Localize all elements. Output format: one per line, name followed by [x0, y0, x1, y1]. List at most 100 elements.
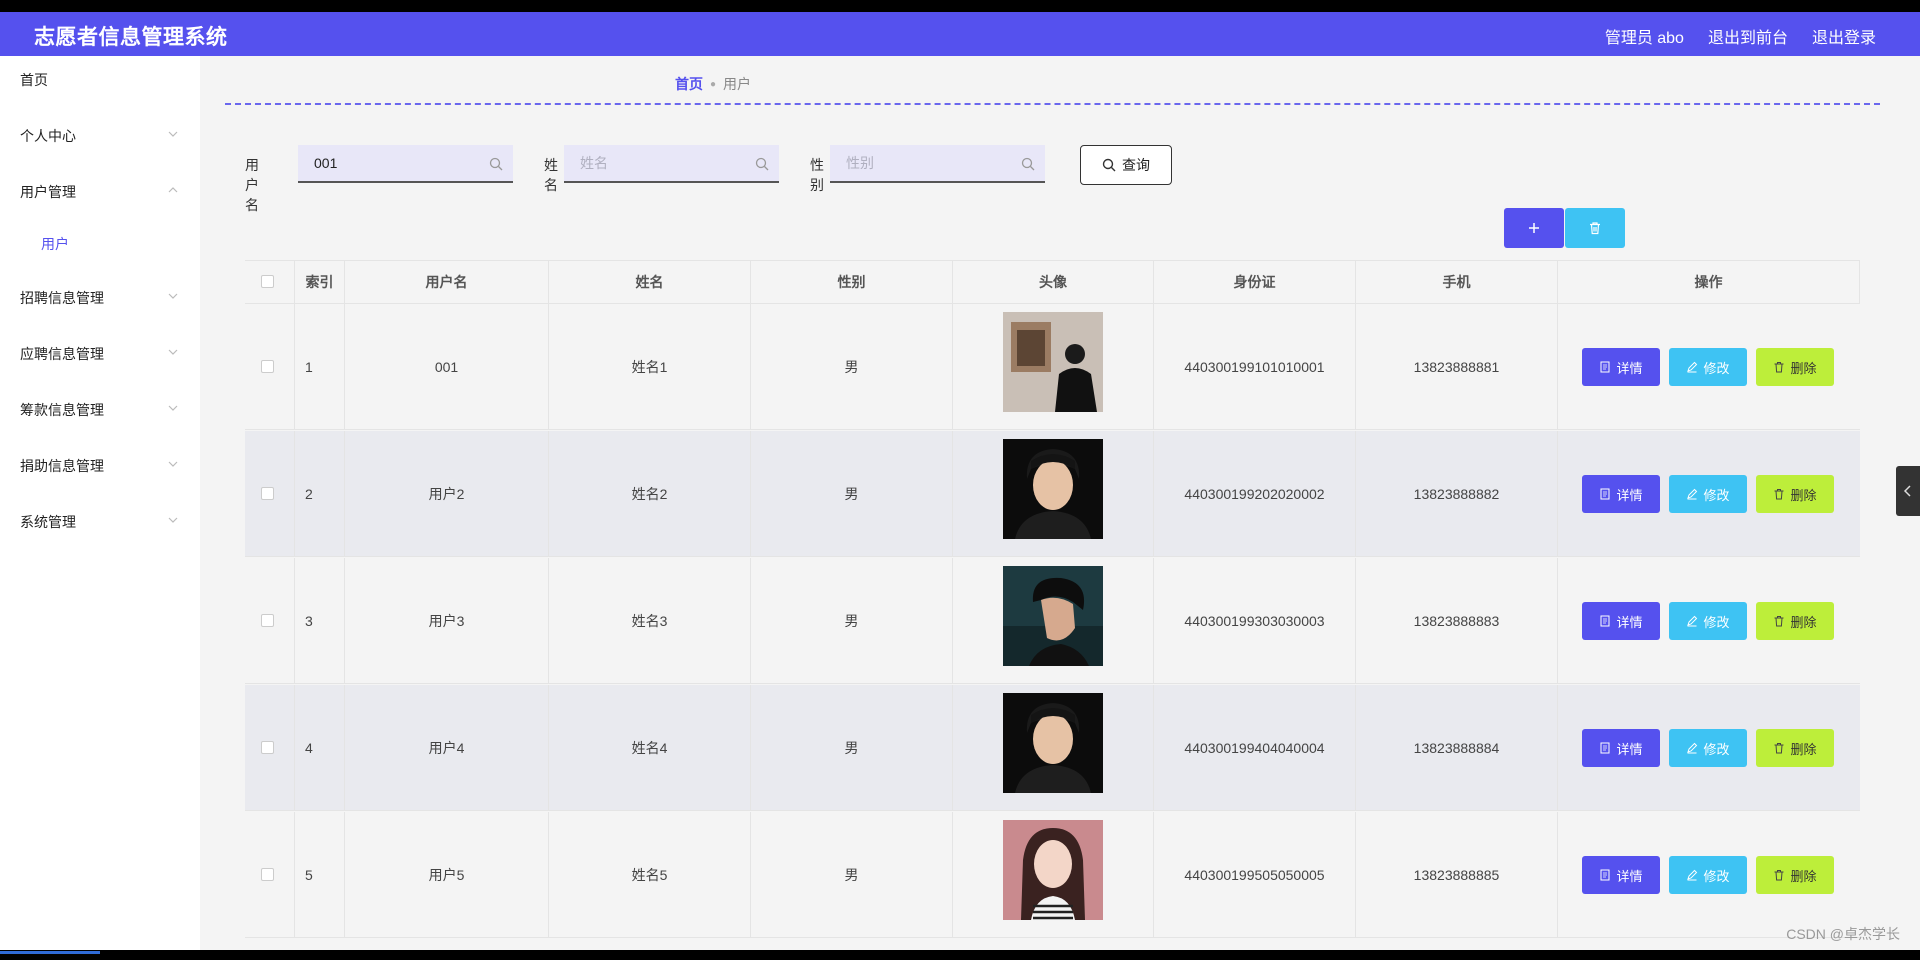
detail-button[interactable]: 详情 [1582, 856, 1660, 894]
sidebar-item-users[interactable]: 用户 [0, 228, 200, 256]
cell-username: 用户4 [345, 685, 549, 811]
avatar [1003, 693, 1103, 793]
cell-name: 姓名4 [549, 685, 751, 811]
sidebar-item-fundraising[interactable]: 筹款信息管理 [0, 394, 200, 422]
watermark: CSDN @卓杰学长 [1786, 926, 1900, 942]
sidebar-item-label: 筹款信息管理 [20, 402, 104, 418]
sidebar-item-personal-center[interactable]: 个人中心 [0, 120, 200, 148]
edit-button[interactable]: 修改 [1669, 729, 1747, 767]
table-row: 2 用户2 姓名2 男 440300199202020002 138238888… [245, 431, 1860, 557]
row-checkbox[interactable] [261, 614, 274, 627]
cell-avatar [953, 812, 1154, 938]
avatar [1003, 312, 1103, 412]
sidebar-item-label: 用户 [41, 236, 69, 252]
trash-icon [1774, 362, 1784, 373]
taskbar-strip [0, 950, 1920, 960]
col-phone: 手机 [1356, 261, 1558, 303]
detail-button[interactable]: 详情 [1582, 729, 1660, 767]
detail-button[interactable]: 详情 [1582, 602, 1660, 640]
plus-icon [1529, 223, 1539, 233]
pencil-icon [1687, 615, 1698, 627]
name-input[interactable] [578, 154, 752, 172]
delete-button[interactable]: 删除 [1756, 602, 1834, 640]
delete-button[interactable]: 删除 [1756, 856, 1834, 894]
row-checkbox[interactable] [261, 487, 274, 500]
exit-to-front-link[interactable]: 退出到前台 [1708, 24, 1788, 48]
delete-label: 删除 [1790, 487, 1817, 503]
gender-input-wrap [830, 145, 1045, 183]
cell-phone: 13823888884 [1356, 685, 1558, 811]
header-actions: 管理员 abo 退出到前台 退出登录 [1605, 24, 1876, 48]
document-icon [1600, 488, 1610, 500]
edit-button[interactable]: 修改 [1669, 856, 1747, 894]
row-checkbox[interactable] [261, 741, 274, 754]
sidebar-item-label: 招聘信息管理 [20, 290, 104, 306]
name-label: 姓名 [544, 157, 558, 193]
document-icon [1600, 742, 1610, 754]
edit-button[interactable]: 修改 [1669, 602, 1747, 640]
pencil-icon [1687, 488, 1698, 500]
cell-avatar [953, 431, 1154, 557]
sidebar-item-user-management[interactable]: 用户管理 [0, 176, 200, 204]
row-checkbox[interactable] [261, 360, 274, 373]
trash-icon [1774, 616, 1784, 627]
cell-phone: 13823888885 [1356, 812, 1558, 938]
add-button[interactable] [1504, 208, 1564, 248]
query-button[interactable]: 查询 [1080, 145, 1172, 185]
sidebar-item-donation[interactable]: 捐助信息管理 [0, 450, 200, 478]
cell-phone: 13823888883 [1356, 558, 1558, 684]
delete-label: 删除 [1790, 868, 1817, 884]
admin-label[interactable]: 管理员 abo [1605, 24, 1684, 48]
sidebar-item-recruitment[interactable]: 招聘信息管理 [0, 282, 200, 310]
cell-name: 姓名5 [549, 812, 751, 938]
sidebar-item-system[interactable]: 系统管理 [0, 506, 200, 534]
cell-gender: 男 [751, 812, 953, 938]
search-icon [1102, 158, 1116, 172]
gender-label: 性别 [810, 157, 824, 193]
delete-button[interactable]: 删除 [1756, 729, 1834, 767]
sidebar-item-label: 用户管理 [20, 184, 76, 200]
avatar [1003, 439, 1103, 539]
top-header: 志愿者信息管理系统 管理员 abo 退出到前台 退出登录 [0, 12, 1920, 56]
delete-button[interactable]: 删除 [1756, 348, 1834, 386]
cell-id-card: 440300199101010001 [1154, 304, 1356, 430]
collapse-handle[interactable] [1896, 466, 1920, 516]
document-icon [1600, 869, 1610, 881]
select-all-checkbox[interactable] [261, 275, 274, 288]
breadcrumb-home[interactable]: 首页 [675, 74, 703, 94]
edit-button[interactable]: 修改 [1669, 348, 1747, 386]
logout-link[interactable]: 退出登录 [1812, 24, 1876, 48]
cell-index: 1 [295, 304, 345, 430]
cell-gender: 男 [751, 685, 953, 811]
pencil-icon [1687, 742, 1698, 754]
gender-input[interactable] [844, 154, 1018, 172]
username-input-wrap [298, 145, 513, 183]
edit-label: 修改 [1703, 741, 1730, 757]
edit-button[interactable]: 修改 [1669, 475, 1747, 513]
username-label: 用户名 [245, 157, 259, 213]
table-row: 3 用户3 姓名3 男 440300199303030003 138238888… [245, 558, 1860, 684]
name-input-wrap [564, 145, 779, 183]
document-icon [1600, 361, 1610, 373]
detail-label: 详情 [1616, 868, 1643, 884]
cell-id-card: 440300199202020002 [1154, 431, 1356, 557]
delete-button[interactable]: 删除 [1756, 475, 1834, 513]
detail-button[interactable]: 详情 [1582, 348, 1660, 386]
table-header: 索引 用户名 姓名 性别 头像 身份证 手机 操作 [245, 261, 1860, 304]
sidebar-item-label: 个人中心 [20, 128, 76, 144]
user-table: 索引 用户名 姓名 性别 头像 身份证 手机 操作 1 001 姓名1 男 44… [245, 260, 1860, 938]
detail-label: 详情 [1616, 360, 1643, 376]
row-checkbox[interactable] [261, 868, 274, 881]
row-actions: 详情 修改 删除 [1558, 304, 1860, 430]
row-actions: 详情 修改 删除 [1558, 431, 1860, 557]
username-input[interactable] [312, 154, 486, 172]
sidebar-item-application[interactable]: 应聘信息管理 [0, 338, 200, 366]
sidebar-item-home[interactable]: 首页 [0, 64, 200, 92]
avatar [1003, 566, 1103, 666]
detail-label: 详情 [1616, 614, 1643, 630]
table-row: 5 用户5 姓名5 男 440300199505050005 138238888… [245, 812, 1860, 938]
batch-delete-button[interactable] [1565, 208, 1625, 248]
col-name: 姓名 [549, 261, 751, 303]
cell-phone: 13823888882 [1356, 431, 1558, 557]
detail-button[interactable]: 详情 [1582, 475, 1660, 513]
